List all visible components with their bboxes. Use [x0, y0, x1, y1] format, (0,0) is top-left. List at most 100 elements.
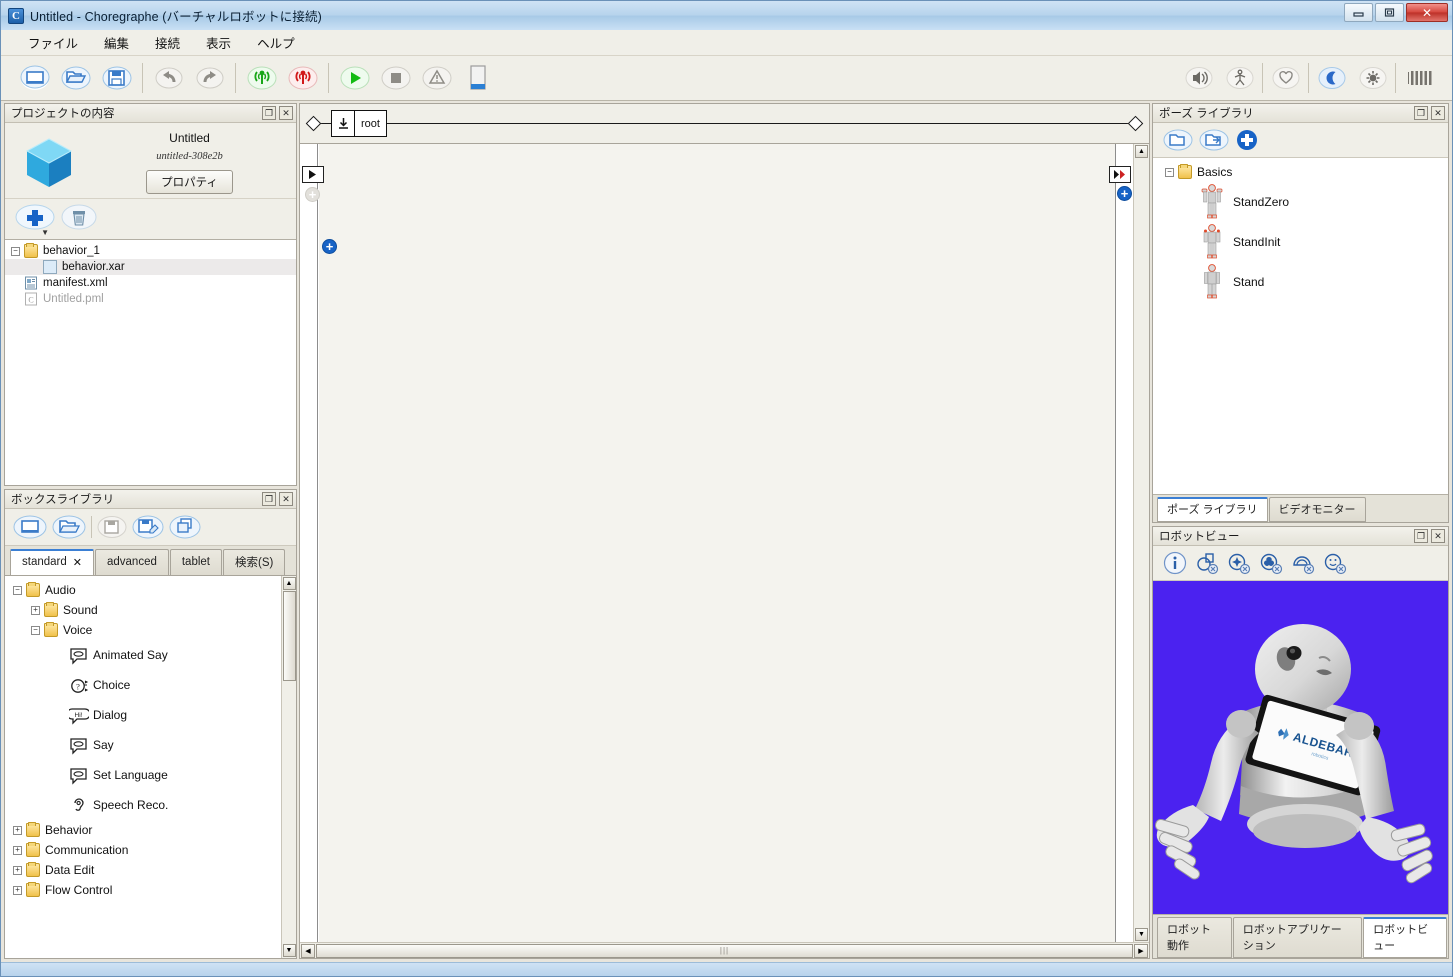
box-tree-item-data-edit[interactable]: + Data Edit [9, 860, 281, 880]
redo-icon[interactable] [191, 63, 228, 93]
delete-file-button[interactable] [61, 203, 97, 231]
info-icon[interactable] [1163, 551, 1187, 575]
debug-icon[interactable] [418, 63, 455, 93]
menu-edit[interactable]: 編集 [91, 29, 142, 56]
breadcrumb-root-box[interactable]: root [331, 110, 387, 137]
tree-expander[interactable]: + [13, 865, 22, 875]
tree-expander[interactable]: − [11, 246, 20, 256]
maximize-button[interactable] [1375, 3, 1404, 22]
close-button[interactable]: ✕ [1406, 3, 1448, 22]
pose-item-standinit[interactable]: StandInit [1157, 222, 1448, 262]
flow-output-port[interactable] [1109, 166, 1131, 183]
tree-item-untitled-pml[interactable]: C Untitled.pml [5, 291, 296, 307]
connect-icon[interactable] [243, 63, 280, 93]
flow-scroll-left-button[interactable]: ◀ [301, 943, 315, 958]
flow-scroll-right-button[interactable]: ▶ [1134, 943, 1148, 958]
box-library-scrollbar[interactable]: ▲ ▼ [281, 576, 296, 958]
undo-icon[interactable] [150, 63, 187, 93]
flow-hscroll-track[interactable]: ||| [316, 943, 1133, 958]
flow-canvas[interactable] [318, 144, 1115, 942]
box-item-dialog[interactable]: Hi! Dialog [9, 700, 281, 730]
box-tree-item-communication[interactable]: + Communication [9, 840, 281, 860]
project-panel-close-button[interactable]: ✕ [279, 106, 293, 120]
new-project-icon[interactable] [16, 63, 53, 93]
scroll-thumb[interactable] [282, 591, 296, 681]
add-input-port-ghost-button[interactable]: + [305, 187, 320, 202]
duplicate-library-icon[interactable] [169, 514, 201, 540]
tab-pose-library[interactable]: ポーズ ライブラリ [1157, 497, 1268, 522]
menu-connection[interactable]: 接続 [142, 29, 193, 56]
scroll-down-button[interactable]: ▼ [282, 944, 296, 957]
box-item-animated-say[interactable]: Animated Say [9, 640, 281, 670]
robot-view-close-button[interactable]: ✕ [1431, 529, 1445, 543]
save-as-library-icon[interactable] [132, 514, 164, 540]
save-library-icon[interactable] [97, 514, 127, 540]
tab-tablet[interactable]: tablet [169, 549, 222, 575]
box-tree-item-sound[interactable]: + Sound [9, 600, 281, 620]
flow-scroll-up-button[interactable]: ▲ [1135, 145, 1148, 158]
menu-help[interactable]: ヘルプ [244, 29, 308, 56]
open-library-icon[interactable] [52, 514, 86, 540]
tab-robot-applications[interactable]: ロボットアプリケーション [1232, 917, 1363, 958]
box-item-choice[interactable]: ? Choice [9, 670, 281, 700]
scroll-up-button[interactable]: ▲ [282, 577, 296, 590]
box-tree-item-audio[interactable]: − Audio [9, 580, 281, 600]
tree-expander[interactable]: + [31, 605, 40, 615]
properties-button[interactable]: プロパティ [146, 170, 233, 194]
new-library-icon[interactable] [13, 514, 47, 540]
pose-library-float-button[interactable]: ❐ [1414, 106, 1428, 120]
tab-advanced[interactable]: advanced [94, 549, 169, 575]
pose-item-stand[interactable]: Stand [1157, 262, 1448, 302]
pose-item-standzero[interactable]: StandZero [1157, 182, 1448, 222]
add-file-dropdown-arrow[interactable]: ▼ [41, 228, 49, 237]
tree-item-manifest-xml[interactable]: manifest.xml [5, 275, 296, 291]
add-input-button[interactable]: + [322, 239, 337, 254]
tab-close-icon[interactable]: ✕ [73, 556, 82, 569]
flow-input-port[interactable] [302, 166, 324, 183]
tab-search[interactable]: 検索(S) [223, 549, 286, 575]
show-camera-icon[interactable] [1323, 551, 1347, 575]
box-item-set-language[interactable]: Set Language [9, 760, 281, 790]
wakeup-icon[interactable] [1354, 63, 1391, 93]
tree-expander[interactable]: + [13, 845, 22, 855]
menu-file[interactable]: ファイル [15, 29, 91, 56]
box-library-float-button[interactable]: ❐ [262, 492, 276, 506]
box-tree-item-voice[interactable]: − Voice [9, 620, 281, 640]
pose-tree-item-basics[interactable]: − Basics [1157, 162, 1448, 182]
robot-view-float-button[interactable]: ❐ [1414, 529, 1428, 543]
life-icon[interactable] [1267, 63, 1304, 93]
flow-scroll-down-button[interactable]: ▼ [1135, 928, 1148, 941]
pose-library-close-button[interactable]: ✕ [1431, 106, 1445, 120]
tree-expander[interactable]: − [13, 585, 22, 595]
flow-hscroll-thumb[interactable]: ||| [316, 943, 1133, 958]
show-leds-icon[interactable] [1291, 551, 1315, 575]
tablet-icon[interactable] [459, 63, 496, 93]
rest-icon[interactable] [1313, 63, 1350, 93]
pose-library-tree[interactable]: − Basics StandZero StandInit Stand [1153, 158, 1448, 494]
show-actuators-icon[interactable] [1259, 551, 1283, 575]
tree-item-behavior-xar[interactable]: behavior.xar [5, 259, 296, 275]
box-tree-item-flow-control[interactable]: + Flow Control [9, 880, 281, 900]
show-sensors-icon[interactable] [1227, 551, 1251, 575]
flow-horizontal-scrollbar[interactable]: ◀ ||| ▶ [300, 942, 1149, 958]
add-file-button[interactable] [15, 203, 55, 231]
tree-expander[interactable]: − [1165, 167, 1174, 177]
show-joints-icon[interactable] [1195, 551, 1219, 575]
project-file-tree[interactable]: − behavior_1 behavior.xar manifest.xml C… [5, 240, 296, 485]
tree-expander[interactable]: + [13, 825, 22, 835]
flow-diagram-area[interactable]: + + + ▲ ▼ ◀ ||| ▶ [299, 143, 1150, 959]
save-project-icon[interactable] [98, 63, 135, 93]
disconnect-icon[interactable] [284, 63, 321, 93]
flow-vertical-scrollbar[interactable]: ▲ ▼ [1133, 144, 1149, 942]
posture-icon[interactable] [1221, 63, 1258, 93]
tab-standard[interactable]: standard ✕ [10, 549, 94, 575]
stop-icon[interactable] [377, 63, 414, 93]
menu-view[interactable]: 表示 [193, 29, 244, 56]
tree-item-behavior-1[interactable]: − behavior_1 [5, 243, 296, 259]
tab-robot-view[interactable]: ロボットビュー [1363, 917, 1447, 958]
tree-expander[interactable]: − [31, 625, 40, 635]
robot-3d-view[interactable]: ALDEBARAN robotics [1153, 581, 1448, 914]
project-panel-float-button[interactable]: ❐ [262, 106, 276, 120]
tree-expander[interactable]: + [13, 885, 22, 895]
box-library-close-button[interactable]: ✕ [279, 492, 293, 506]
